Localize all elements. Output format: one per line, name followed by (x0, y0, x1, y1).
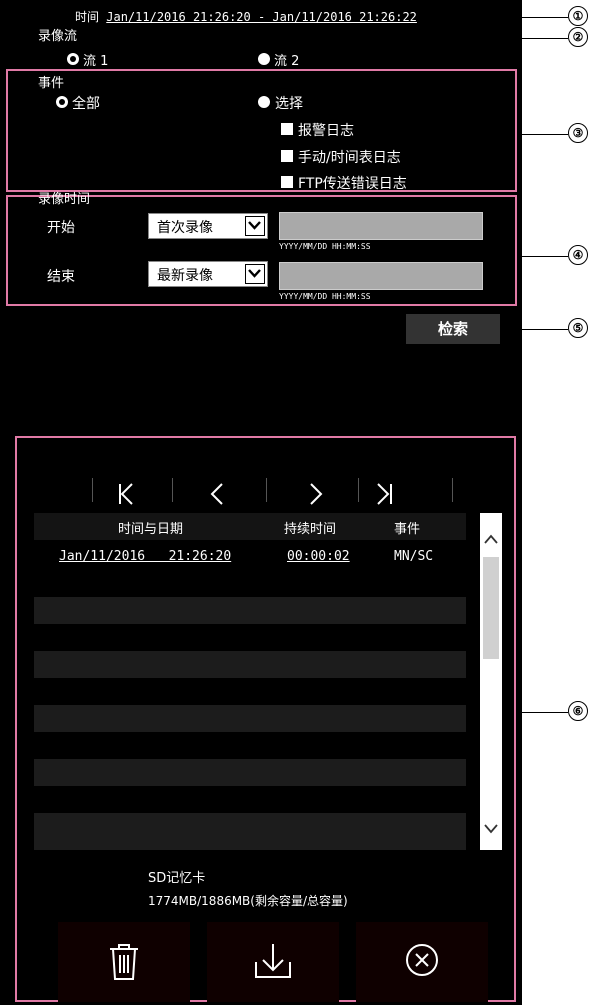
nav-separator (358, 478, 359, 502)
row-event: MN/SC (394, 549, 434, 564)
search-button[interactable]: 检索 (406, 314, 500, 344)
empty-row (34, 678, 466, 705)
start-label: 开始 (47, 220, 75, 236)
last-page-icon[interactable] (366, 478, 406, 508)
events-all-radio[interactable] (56, 96, 68, 108)
stream-2-radio[interactable] (258, 53, 270, 65)
scroll-down-icon[interactable] (483, 823, 499, 835)
row-datetime-link[interactable]: Jan/11/2016 21:26:20 (59, 549, 231, 564)
stream-1-label: 流 1 (83, 54, 109, 69)
sd-card-title: SD记忆卡 (148, 871, 206, 886)
callout-leader (517, 256, 568, 257)
scroll-up-icon[interactable] (483, 533, 499, 545)
events-callout-frame (6, 69, 517, 192)
column-header-event: 事件 (394, 522, 421, 537)
nav-separator (172, 478, 173, 502)
nav-separator (92, 478, 93, 502)
time-header: 时间 Jan/11/2016 21:26:20 - Jan/11/2016 21… (75, 8, 417, 25)
stream-1-radio[interactable] (67, 53, 79, 65)
recording-search-panel: 时间 Jan/11/2016 21:26:20 - Jan/11/2016 21… (0, 0, 522, 1005)
ftp-error-log-label: FTP传送错误日志 (298, 176, 407, 192)
empty-row (34, 624, 466, 651)
column-header-datetime: 时间与日期 (118, 522, 184, 537)
download-button[interactable] (207, 922, 339, 1002)
next-page-icon[interactable] (295, 478, 335, 508)
callout-leader (516, 712, 568, 713)
cancel-button[interactable] (356, 922, 488, 1002)
list-scrollbar[interactable] (480, 513, 502, 850)
alarm-log-label: 报警日志 (298, 123, 354, 139)
time-range: Jan/11/2016 21:26:20 - Jan/11/2016 21:26… (106, 10, 417, 24)
empty-row (34, 732, 466, 759)
callout-leader (89, 38, 568, 39)
list-header: 时间与日期 持续时间 事件 (34, 513, 466, 540)
delete-icon (110, 944, 138, 980)
table-row[interactable]: Jan/11/2016 21:26:20 00:00:02 MN/SC (34, 543, 466, 570)
column-header-duration: 持续时间 (284, 522, 337, 537)
first-page-icon[interactable] (106, 478, 146, 508)
start-format-hint: YYYY/MM/DD HH:MM:SS (279, 242, 371, 251)
time-label: 时间 (75, 10, 100, 24)
chevron-down-icon (245, 264, 265, 284)
record-time-title: 录像时间 (38, 192, 91, 207)
nav-separator (452, 478, 453, 502)
callout-6: ⑥ (568, 701, 588, 721)
delete-button[interactable] (58, 922, 190, 1002)
cancel-icon (406, 944, 438, 976)
alarm-log-checkbox[interactable] (281, 123, 293, 135)
empty-row (34, 705, 466, 732)
start-select[interactable]: 首次录像 (148, 213, 268, 239)
end-select[interactable]: 最新录像 (148, 261, 268, 287)
empty-row (34, 597, 466, 624)
callout-5: ⑤ (568, 318, 588, 338)
callout-1: ① (568, 6, 588, 26)
empty-row (34, 813, 466, 850)
callout-leader (500, 329, 568, 330)
chevron-down-icon (245, 216, 265, 236)
callout-4: ④ (568, 245, 588, 265)
manual-schedule-log-checkbox[interactable] (281, 150, 293, 162)
download-icon (255, 944, 291, 978)
end-select-value: 最新录像 (157, 268, 213, 284)
events-select-radio[interactable] (258, 96, 270, 108)
row-duration-link[interactable]: 00:00:02 (287, 549, 350, 564)
scroll-thumb[interactable] (483, 557, 499, 659)
callout-3: ③ (568, 123, 588, 143)
stream-2-label: 流 2 (274, 54, 300, 69)
manual-schedule-log-label: 手动/时间表日志 (298, 150, 401, 166)
empty-row (34, 651, 466, 678)
empty-row (34, 759, 466, 786)
ftp-error-log-checkbox[interactable] (281, 176, 293, 188)
callout-leader (455, 17, 568, 18)
start-datetime-input[interactable] (279, 212, 483, 240)
stream-title: 录像流 (38, 29, 78, 44)
start-select-value: 首次录像 (157, 220, 213, 236)
sd-card-capacity: 1774MB/1886MB(剩余容量/总容量) (148, 894, 348, 908)
events-all-label: 全部 (72, 96, 100, 112)
empty-row (34, 786, 466, 813)
previous-page-icon[interactable] (198, 478, 238, 508)
events-select-label: 选择 (275, 96, 303, 112)
nav-separator (266, 478, 267, 502)
end-datetime-input[interactable] (279, 262, 483, 290)
callout-2: ② (568, 27, 588, 47)
callout-leader (517, 134, 568, 135)
empty-row (34, 570, 466, 597)
end-label: 结束 (47, 269, 75, 285)
events-title: 事件 (38, 76, 65, 91)
end-format-hint: YYYY/MM/DD HH:MM:SS (279, 292, 371, 301)
